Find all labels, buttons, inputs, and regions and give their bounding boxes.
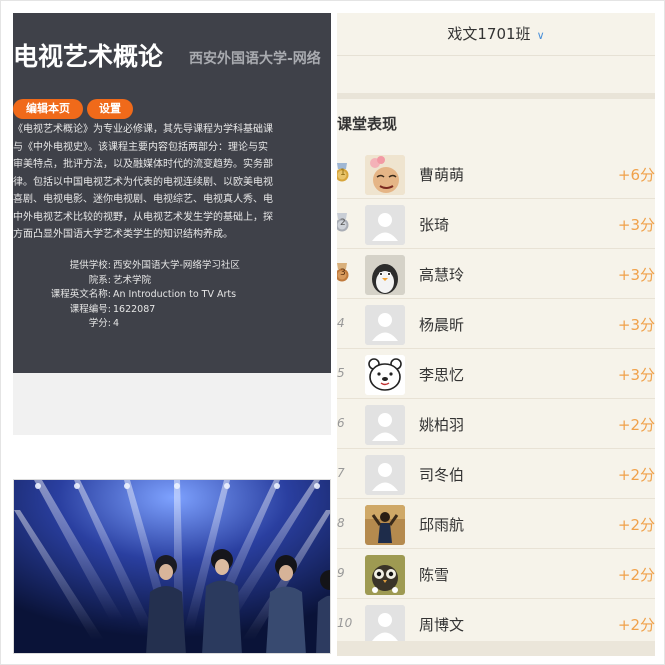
info-label: 学分:	[88, 318, 111, 329]
penguin-avatar	[365, 255, 405, 295]
student-score: +2分	[617, 466, 655, 484]
student-name: 周博文	[419, 616, 465, 634]
student-name: 邱雨航	[419, 516, 465, 534]
info-label: 课程英文名称:	[50, 289, 111, 300]
student-name: 曹萌萌	[419, 166, 465, 184]
student-score: +3分	[617, 216, 655, 234]
collage-frame: 电视艺术概论 西安外国语大学-网络 编辑本页 设置 《电视艺术概论》为专业必修课…	[0, 0, 665, 665]
info-value: 西安外国语大学-网络学习社区	[113, 260, 240, 271]
student-score: +3分	[617, 366, 655, 384]
student-name: 高慧玲	[419, 266, 465, 284]
info-value: 4	[113, 318, 120, 329]
chevron-down-icon: ∨	[536, 29, 545, 42]
student-name: 张琦	[419, 216, 450, 234]
content-gap	[13, 373, 331, 435]
student-name: 陈雪	[419, 566, 450, 584]
student-score: +2分	[617, 416, 655, 434]
rank-number: 4	[337, 316, 345, 330]
default-avatar	[365, 205, 405, 245]
person-photo-avatar	[365, 505, 405, 545]
student-score: +3分	[617, 316, 655, 334]
student-name: 李思忆	[419, 366, 465, 384]
description-line: 审美特点，批评方法，以及融媒体时代的流变趋势。实务部	[13, 159, 273, 170]
stage-photo-image	[14, 480, 330, 653]
info-row-credits: 学分: 4	[13, 317, 331, 332]
info-label: 课程编号:	[69, 303, 111, 315]
description-line: 律。包括以中国电视艺术为代表的电视连续剧、以欧美电视	[13, 176, 273, 188]
description-line: 与《中外电视史》。该课程主要内容包括两部分：理论与实	[13, 141, 268, 153]
student-score: +2分	[617, 616, 655, 634]
ranking-row[interactable]: 2 张琦 +3分	[337, 199, 655, 249]
rank-number: 8	[337, 516, 345, 530]
description-line: 中外电视艺术比较的视野，从电视艺术发生学的基础上，探	[13, 211, 273, 223]
description-line: 《电视艺术概论》为专业必修课，其先导课程为学科基础课	[13, 124, 273, 135]
rank-number: 3	[340, 268, 346, 278]
info-label: 提供学校:	[69, 260, 111, 271]
course-description: 《电视艺术概论》为专业必修课，其先导课程为学科基础课 与《中外电视史》。该课程主…	[13, 121, 331, 244]
course-info-list: 提供学校: 西安外国语大学-网络学习社区 院系: 艺术学院 课程英文名称: An…	[13, 259, 331, 332]
cartoon-face-avatar	[365, 155, 405, 195]
default-avatar	[365, 305, 405, 345]
student-name: 杨晨昕	[419, 316, 465, 334]
ranking-row[interactable]: 8 邱雨航 +2分	[337, 499, 655, 549]
course-title: 电视艺术概论	[13, 42, 164, 71]
stage-performance-photo	[13, 479, 331, 654]
course-header: 电视艺术概论 西安外国语大学-网络 编辑本页 设置 《电视艺术概论》为专业必修课…	[13, 13, 331, 373]
info-value: An Introduction to TV Arts	[113, 289, 237, 300]
info-value: 艺术学院	[113, 274, 152, 286]
ranking-row[interactable]: 3 高慧玲 +3分	[337, 249, 655, 299]
rank-number: 9	[337, 566, 345, 580]
settings-button[interactable]: 设置	[87, 99, 133, 119]
info-row-department: 院系: 艺术学院	[13, 274, 331, 289]
student-score: +2分	[617, 516, 655, 534]
student-score: +6分	[617, 166, 655, 184]
default-avatar	[365, 605, 405, 645]
student-name: 姚柏羽	[419, 416, 465, 434]
class-selector[interactable]: 戏文1701班 ∨	[337, 23, 655, 44]
section-title: 课堂表现	[337, 115, 398, 133]
rank-number: 5	[337, 366, 345, 380]
info-row-school: 提供学校: 西安外国语大学-网络学习社区	[13, 259, 331, 274]
ranking-row[interactable]: 1 曹萌萌 +6分	[337, 149, 655, 199]
info-label: 院系:	[88, 274, 111, 286]
rank-number: 7	[337, 466, 345, 480]
info-row-course-id: 课程编号: 1622087	[13, 303, 331, 318]
student-score: +3分	[617, 266, 655, 284]
default-avatar	[365, 405, 405, 445]
classroom-ranking-panel: 戏文1701班 ∨ 课堂表现 1 曹萌萌 +6分 2 张琦 +3分 3 高慧玲 …	[337, 13, 655, 656]
student-score: +2分	[617, 566, 655, 584]
ranking-row[interactable]: 9 陈雪 +2分	[337, 549, 655, 599]
description-line: 喜剧、电视电影、迷你电视剧、电视综艺、电视真人秀、电	[13, 194, 273, 205]
rank-number: 6	[337, 416, 345, 430]
rank-number: 1	[340, 168, 346, 178]
owl-avatar	[365, 555, 405, 595]
rank-number: 2	[340, 218, 346, 228]
info-row-english-name: 课程英文名称: An Introduction to TV Arts	[13, 288, 331, 303]
ranking-row[interactable]: 7 司冬伯 +2分	[337, 449, 655, 499]
ranking-row[interactable]: 5 李思忆 +3分	[337, 349, 655, 399]
rank-number: 10	[337, 616, 353, 630]
class-name: 戏文1701班	[447, 25, 531, 43]
edit-page-button[interactable]: 编辑本页	[13, 99, 83, 119]
section-separator	[337, 93, 655, 99]
description-line: 方面凸显外国语大学艺术类学生的知识结构养成。	[13, 229, 233, 240]
divider	[337, 55, 655, 56]
panel-footer	[337, 641, 655, 656]
default-avatar	[365, 455, 405, 495]
course-school: 西安外国语大学-网络	[189, 51, 321, 67]
info-value: 1622087	[113, 303, 156, 315]
ranking-row[interactable]: 6 姚柏羽 +2分	[337, 399, 655, 449]
student-name: 司冬伯	[419, 466, 465, 484]
ranking-row[interactable]: 4 杨晨昕 +3分	[337, 299, 655, 349]
bear-avatar	[365, 355, 405, 395]
